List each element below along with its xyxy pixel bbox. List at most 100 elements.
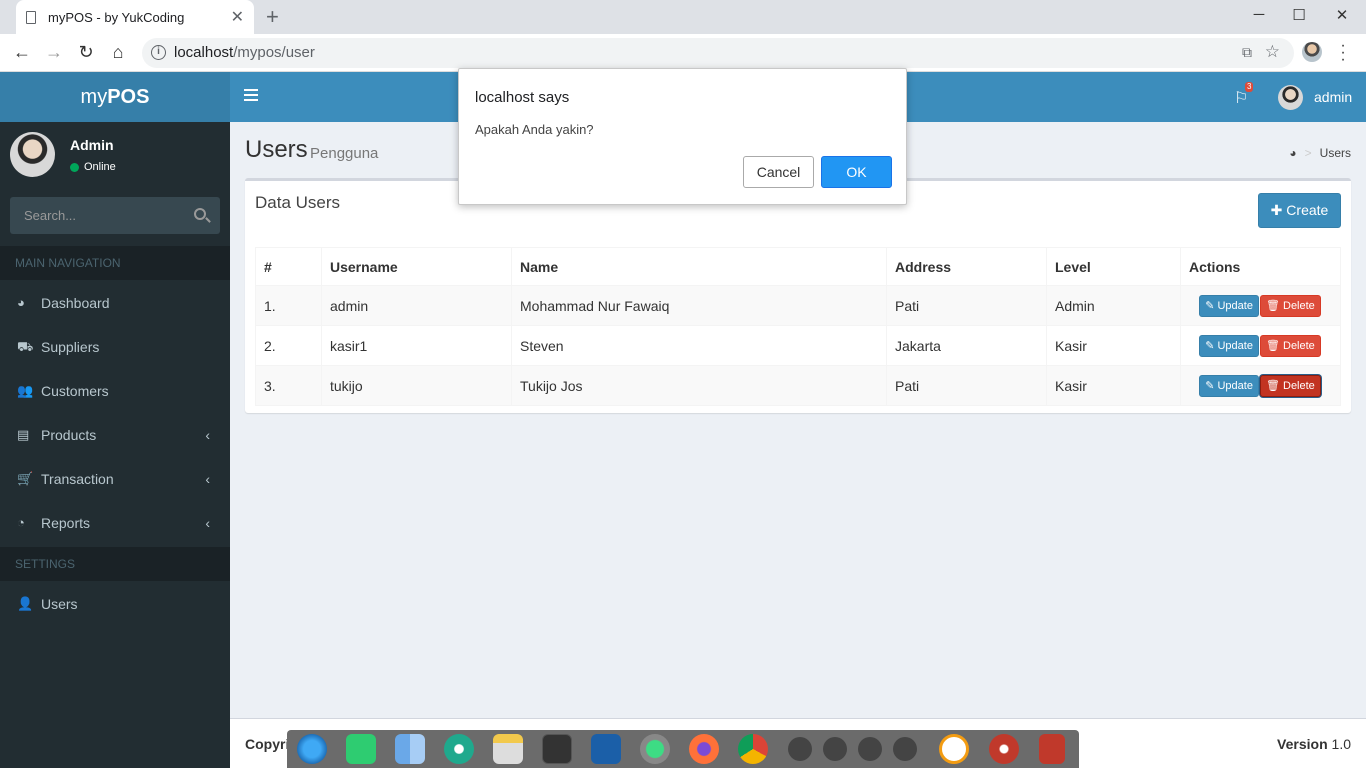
cell-name: Steven [511, 325, 887, 366]
update-button[interactable]: ✎ Update [1199, 374, 1259, 397]
battery-icon[interactable] [858, 737, 882, 761]
delete-button[interactable]: 🗑 Delete [1259, 294, 1321, 317]
files-icon[interactable] [346, 734, 376, 764]
table-row: 1. admin Mohammad Nur Fawaiq Pati Admin … [255, 285, 1341, 326]
usb-icon[interactable] [788, 737, 812, 761]
cell-number: 3. [255, 365, 322, 406]
delete-button[interactable]: 🗑 Delete [1259, 374, 1321, 397]
update-button[interactable]: ✎ Update [1199, 334, 1259, 357]
launcher-icon[interactable] [297, 734, 327, 764]
close-tab-icon[interactable]: ✕ [231, 7, 244, 27]
footer-copyright: Copyri [245, 736, 290, 752]
navbar-avatar[interactable] [1278, 85, 1303, 110]
trash-icon: 🗑 [1265, 299, 1280, 312]
reload-icon[interactable]: ↻ [74, 42, 98, 62]
terminal-icon[interactable] [542, 734, 572, 764]
cancel-button[interactable]: Cancel [743, 156, 814, 188]
sidebar-item-suppliers[interactable]: ⛟ Suppliers [0, 325, 230, 369]
home-icon[interactable]: ⌂ [106, 42, 130, 62]
sidebar-item-dashboard[interactable]: ◕ Dashboard [0, 281, 230, 325]
sidebar-search[interactable]: Search... [10, 197, 220, 234]
delete-button[interactable]: 🗑 Delete [1259, 334, 1321, 357]
search-icon[interactable] [194, 208, 206, 220]
chevron-left-icon[interactable] [893, 737, 917, 761]
vscode-icon[interactable] [591, 734, 621, 764]
browser-tab[interactable]: myPOS - by YukCoding ✕ [16, 0, 254, 34]
section-main-navigation: MAIN NAVIGATION [0, 246, 230, 280]
volume-icon[interactable] [823, 737, 847, 761]
col-username: Username [321, 247, 512, 286]
clock-icon[interactable] [939, 734, 969, 764]
cell-number: 1. [255, 285, 322, 326]
sidebar-item-reports[interactable]: ◔ Reports ‹ [0, 501, 230, 545]
menu-toggle-icon[interactable] [244, 89, 258, 101]
search-input[interactable]: Search... [24, 208, 76, 223]
user-plus-icon: ✚ [1270, 202, 1283, 218]
users-icon: 👥 [17, 383, 34, 398]
chevron-left-icon: ‹ [205, 471, 210, 487]
table-row: 3. tukijo Tukijo Jos Pati Kasir ✎ Update… [255, 365, 1341, 406]
forward-icon[interactable]: → [42, 42, 66, 62]
chevron-left-icon: ‹ [205, 515, 210, 531]
archive-icon: ▤ [17, 427, 30, 442]
close-window-icon[interactable]: ✕ [1327, 6, 1357, 24]
cell-username: tukijo [321, 365, 512, 406]
dashboard-icon[interactable]: ◕ [1289, 146, 1296, 160]
maximize-icon[interactable]: ☐ [1284, 6, 1314, 24]
trash-icon: 🗑 [1265, 379, 1280, 392]
trash-icon[interactable] [1039, 734, 1065, 764]
user-status: Online [70, 161, 116, 173]
sidebar-item-transaction[interactable]: 🛒 Transaction ‹ [0, 457, 230, 501]
settings-icon[interactable] [444, 734, 474, 764]
sidebar-item-products[interactable]: ▤ Products ‹ [0, 413, 230, 457]
cell-username: kasir1 [321, 325, 512, 366]
firefox-icon[interactable] [689, 734, 719, 764]
ok-button[interactable]: OK [821, 156, 892, 188]
create-user-button[interactable]: ✚ Create [1258, 193, 1341, 228]
new-tab-icon[interactable]: + [266, 4, 279, 30]
trash-icon: 🗑 [1265, 339, 1280, 352]
power-icon[interactable] [989, 734, 1019, 764]
minimize-icon[interactable]: ─ [1244, 6, 1274, 23]
user-icon: 👤 [17, 596, 34, 611]
browser-toolbar: ← → ↻ ⌂ i localhost/mypos/user ⧉ ☆ · · · [0, 34, 1366, 72]
pencil-icon: ✎ [1205, 299, 1215, 312]
dialog-title: localhost says [475, 89, 570, 106]
info-icon[interactable]: i [151, 45, 166, 60]
box-title: Data Users [255, 193, 341, 212]
bookmark-star-icon[interactable]: ☆ [1265, 42, 1280, 62]
cell-level: Kasir [1046, 365, 1181, 406]
address-bar[interactable]: i localhost/mypos/user ⧉ ☆ [142, 38, 1294, 68]
android-studio-icon[interactable] [640, 734, 670, 764]
text-editor-icon[interactable] [493, 734, 523, 764]
sidebar-item-users[interactable]: 👤 Users [0, 582, 230, 626]
update-button[interactable]: ✎ Update [1199, 294, 1259, 317]
back-icon[interactable]: ← [10, 42, 34, 62]
sidebar: Admin Online Search... MAIN NAVIGATION ◕… [0, 122, 230, 768]
cell-level: Admin [1046, 285, 1181, 326]
dashboard-icon: ◕ [17, 295, 25, 310]
navbar-username[interactable]: admin [1314, 89, 1352, 105]
tab-title: myPOS - by YukCoding [48, 9, 185, 25]
cell-address: Pati [886, 365, 1047, 406]
chrome-icon[interactable] [738, 734, 768, 764]
col-address: Address [886, 247, 1047, 286]
breadcrumb-current: Users [1319, 146, 1351, 160]
url-text[interactable]: localhost/mypos/user [174, 44, 315, 61]
chevron-left-icon: ‹ [205, 427, 210, 443]
translate-icon[interactable]: ⧉ [1242, 44, 1252, 61]
app-logo[interactable]: myPOS [0, 72, 230, 122]
notification-badge: 3 [1245, 82, 1254, 92]
online-dot-icon [70, 162, 79, 172]
multitask-icon[interactable] [395, 734, 425, 764]
table-row: 2. kasir1 Steven Jakarta Kasir ✎ Update 🗑… [255, 325, 1341, 366]
more-menu-icon[interactable]: · · · [1338, 38, 1348, 68]
user-avatar [10, 132, 55, 177]
sidebar-item-customers[interactable]: 👥 Customers [0, 369, 230, 413]
dialog-message: Apakah Anda yakin? [475, 122, 594, 137]
pencil-icon: ✎ [1205, 379, 1215, 392]
profile-avatar[interactable] [1302, 42, 1322, 62]
pencil-icon: ✎ [1205, 339, 1215, 352]
cell-actions: ✎ Update 🗑 Delete [1180, 325, 1341, 366]
table-header-row: # Username Name Address Level Actions [255, 247, 1341, 286]
